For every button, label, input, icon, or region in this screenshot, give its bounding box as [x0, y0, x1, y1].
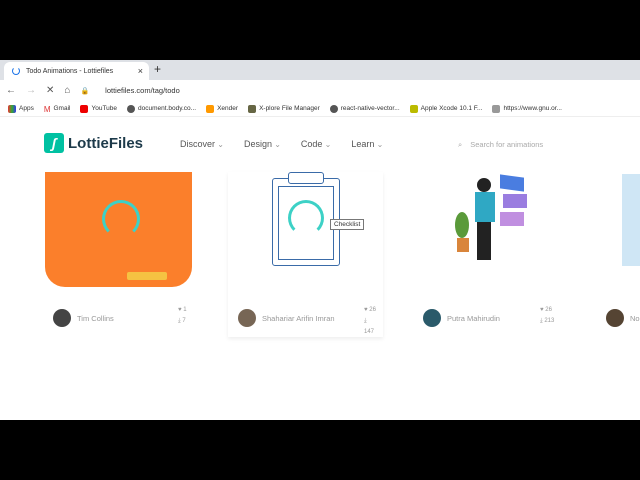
likes-count: ♥ 26: [364, 307, 376, 313]
downloads-count: ⤓ 213: [540, 318, 555, 324]
logo-icon: ʃ: [44, 133, 64, 153]
search-input[interactable]: ⌕ Search for animations: [458, 140, 543, 150]
menu-discover[interactable]: Discover: [180, 139, 224, 149]
avatar[interactable]: [423, 309, 441, 327]
author-name[interactable]: No: [630, 314, 640, 323]
author-name[interactable]: Shahariar Arifin Imran: [262, 314, 335, 323]
page: ʃLottieFiles Discover Design Code Learn …: [0, 60, 640, 420]
animation-thumbnail[interactable]: [45, 172, 192, 287]
animation-card[interactable]: Putra Mahirudin ♥ 26 ⤓ 213: [415, 172, 562, 327]
downloads-count: ⤓ 7: [178, 318, 186, 324]
logo[interactable]: ʃ LottieFiles: [44, 133, 143, 153]
animation-thumbnail[interactable]: [622, 174, 640, 266]
search-placeholder: Search for animations: [470, 140, 544, 149]
author-name[interactable]: Putra Mahirudin: [447, 314, 500, 323]
menu-code[interactable]: Code: [301, 139, 331, 149]
avatar[interactable]: [606, 309, 624, 327]
tooltip: Checklist: [330, 219, 365, 230]
search-icon: ⌕: [458, 140, 463, 149]
menu-learn[interactable]: Learn: [351, 139, 383, 149]
site-nav: ʃLottieFiles Discover Design Code Learn …: [0, 130, 640, 160]
downloads-count: ⤓ 147: [364, 318, 375, 335]
animation-thumbnail[interactable]: [415, 172, 562, 287]
animation-card[interactable]: Tim Collins ♥ 1 ⤓ 7: [45, 172, 192, 327]
animation-card[interactable]: Shahariar Arifin Imran ♥ 26 ⤓ 147: [228, 172, 383, 337]
avatar[interactable]: [53, 309, 71, 327]
menu-design[interactable]: Design: [244, 139, 281, 149]
likes-count: ♥ 1: [178, 307, 187, 313]
logo-text: LottieFiles: [68, 134, 144, 152]
avatar[interactable]: [238, 309, 256, 327]
likes-count: ♥ 26: [540, 307, 552, 313]
author-name[interactable]: Tim Collins: [77, 314, 114, 323]
